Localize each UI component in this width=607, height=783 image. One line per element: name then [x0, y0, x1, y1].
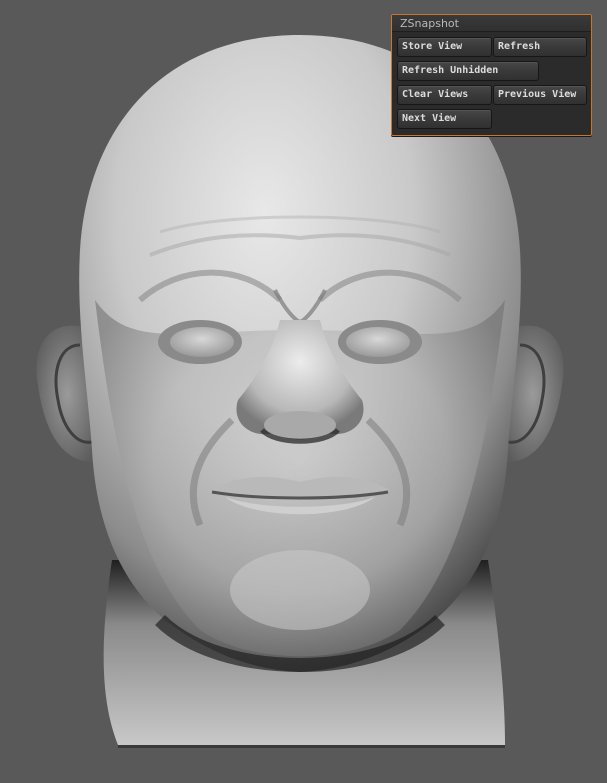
panel-title: ZSnapshot [392, 15, 591, 32]
zbrush-canvas[interactable]: ZSnapshot Store View Refresh Refresh Unh… [0, 0, 607, 783]
next-view-button[interactable]: Next View [397, 109, 492, 129]
refresh-unhidden-button[interactable]: Refresh Unhidden [397, 61, 539, 81]
store-view-button[interactable]: Store View [397, 37, 492, 57]
zsnapshot-panel: ZSnapshot Store View Refresh Refresh Unh… [391, 14, 592, 136]
clear-views-button[interactable]: Clear Views [397, 85, 492, 105]
refresh-button[interactable]: Refresh [493, 37, 587, 57]
previous-view-button[interactable]: Previous View [493, 85, 587, 105]
